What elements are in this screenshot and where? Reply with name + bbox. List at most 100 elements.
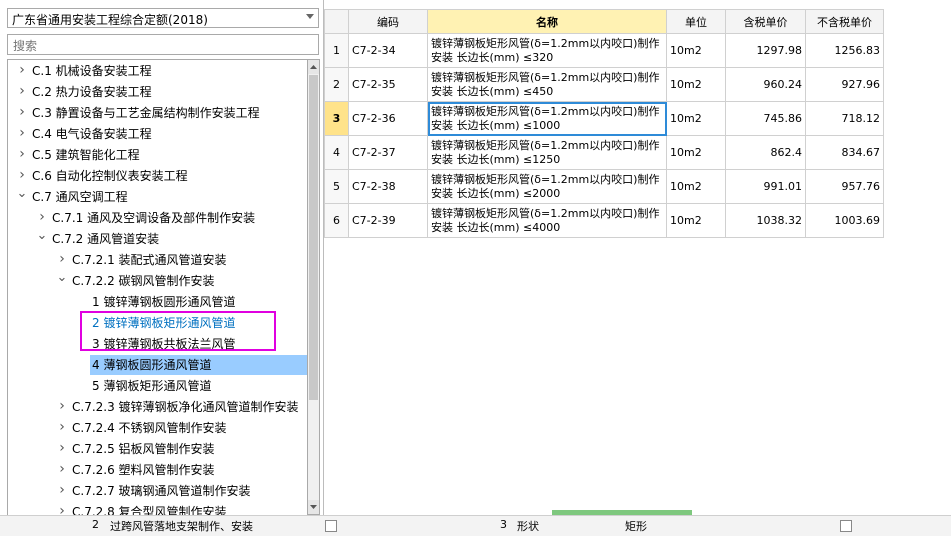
price-without-tax-cell[interactable]: 1003.69 bbox=[805, 203, 884, 238]
tree-leaf-item[interactable]: 4 薄钢板圆形通风管道 bbox=[90, 355, 308, 375]
row-number[interactable]: 5 bbox=[324, 169, 349, 204]
code-cell[interactable]: C7-2-39 bbox=[348, 203, 428, 238]
tree-node[interactable]: › C.5 建筑智能化工程 bbox=[8, 145, 308, 165]
price-with-tax-cell[interactable]: 745.86 bbox=[725, 101, 806, 136]
column-header[interactable]: 含税单价 bbox=[725, 9, 806, 34]
chevron-right-icon[interactable]: › bbox=[56, 439, 68, 459]
price-with-tax-cell[interactable]: 1038.32 bbox=[725, 203, 806, 238]
code-cell[interactable]: C7-2-35 bbox=[348, 67, 428, 102]
column-header[interactable] bbox=[324, 9, 349, 34]
chevron-right-icon[interactable]: › bbox=[56, 481, 68, 501]
price-without-tax-cell[interactable]: 957.76 bbox=[805, 169, 884, 204]
tree-node-label: C.5 建筑智能化工程 bbox=[32, 148, 140, 162]
scroll-up-button[interactable] bbox=[308, 60, 319, 74]
chevron-right-icon[interactable]: › bbox=[16, 61, 28, 81]
row-number[interactable]: 4 bbox=[324, 135, 349, 170]
chevron-right-icon[interactable]: › bbox=[56, 250, 68, 270]
column-header[interactable]: 不含税单价 bbox=[805, 9, 884, 34]
code-cell[interactable]: C7-2-37 bbox=[348, 135, 428, 170]
row-number[interactable]: 3 bbox=[324, 101, 349, 136]
search-box[interactable] bbox=[7, 34, 319, 55]
price-without-tax-cell[interactable]: 718.12 bbox=[805, 101, 884, 136]
tree-leaf-item[interactable]: 3 镀锌薄钢板共板法兰风管 bbox=[8, 334, 308, 354]
row-number[interactable]: 1 bbox=[324, 33, 349, 68]
chevron-down-icon[interactable]: ⌄ bbox=[36, 229, 48, 249]
chevron-right-icon[interactable]: › bbox=[16, 103, 28, 123]
row-number[interactable]: 2 bbox=[324, 67, 349, 102]
item-name-cell[interactable]: 镀锌薄钢板矩形风管(δ=1.2mm以内咬口)制作安装 长边长(mm) ≤1000 bbox=[427, 101, 667, 136]
code-cell[interactable]: C7-2-36 bbox=[348, 101, 428, 136]
bottom-left-item[interactable]: 过跨风管落地支架制作、安装 bbox=[110, 518, 253, 534]
table-row[interactable]: 6 C7-2-39 镀锌薄钢板矩形风管(δ=1.2mm以内咬口)制作安装 长边长(m… bbox=[324, 203, 884, 238]
chevron-down-icon[interactable]: ⌄ bbox=[56, 271, 68, 291]
table-row[interactable]: 2 C7-2-35 镀锌薄钢板矩形风管(δ=1.2mm以内咬口)制作安装 长边长(m… bbox=[324, 67, 884, 102]
item-name-cell[interactable]: 镀锌薄钢板矩形风管(δ=1.2mm以内咬口)制作安装 长边长(mm) ≤1250 bbox=[427, 135, 667, 170]
chevron-down-icon[interactable]: ⌄ bbox=[16, 187, 28, 207]
column-header[interactable]: 编码 bbox=[348, 9, 428, 34]
price-without-tax-cell[interactable]: 834.67 bbox=[805, 135, 884, 170]
quota-library-select[interactable]: 广东省通用安装工程综合定额(2018) bbox=[7, 8, 319, 28]
tree-node[interactable]: › C.3 静置设备与工艺金属结构制作安装工程 bbox=[8, 103, 308, 123]
unit-cell[interactable]: 10m2 bbox=[666, 33, 726, 68]
price-without-tax-cell[interactable]: 1256.83 bbox=[805, 33, 884, 68]
item-name-cell[interactable]: 镀锌薄钢板矩形风管(δ=1.2mm以内咬口)制作安装 长边长(mm) ≤2000 bbox=[427, 169, 667, 204]
unit-cell[interactable]: 10m2 bbox=[666, 203, 726, 238]
table-row[interactable]: 4 C7-2-37 镀锌薄钢板矩形风管(δ=1.2mm以内咬口)制作安装 长边长(m… bbox=[324, 135, 884, 170]
checkbox[interactable] bbox=[840, 520, 852, 532]
chevron-right-icon[interactable]: › bbox=[16, 82, 28, 102]
tree-node[interactable]: ⌄ C.7.2 通风管道安装 bbox=[8, 229, 308, 249]
tree-node[interactable]: › C.7.2.7 玻璃钢通风管道制作安装 bbox=[8, 481, 308, 501]
table-row[interactable]: 1 C7-2-34 镀锌薄钢板矩形风管(δ=1.2mm以内咬口)制作安装 长边长(m… bbox=[324, 33, 884, 68]
tree-node[interactable]: › C.1 机械设备安装工程 bbox=[8, 61, 308, 81]
price-with-tax-cell[interactable]: 991.01 bbox=[725, 169, 806, 204]
checkbox[interactable] bbox=[325, 520, 337, 532]
arrow-up-icon bbox=[310, 65, 317, 69]
code-cell[interactable]: C7-2-34 bbox=[348, 33, 428, 68]
tree-leaf-item[interactable]: 5 薄钢板矩形通风管道 bbox=[8, 376, 308, 396]
unit-cell[interactable]: 10m2 bbox=[666, 169, 726, 204]
tree-node[interactable]: › C.7.2.5 铝板风管制作安装 bbox=[8, 439, 308, 459]
chevron-right-icon[interactable]: › bbox=[56, 397, 68, 417]
item-name-cell[interactable]: 镀锌薄钢板矩形风管(δ=1.2mm以内咬口)制作安装 长边长(mm) ≤4000 bbox=[427, 203, 667, 238]
tree-node[interactable]: › C.2 热力设备安装工程 bbox=[8, 82, 308, 102]
chevron-right-icon[interactable]: › bbox=[16, 124, 28, 144]
chevron-right-icon[interactable]: › bbox=[16, 145, 28, 165]
tree-node[interactable]: ⌄ C.7.2.2 碳钢风管制作安装 bbox=[8, 271, 308, 291]
tree-leaf-item[interactable]: 1 镀锌薄钢板圆形通风管道 bbox=[8, 292, 308, 312]
tree-node[interactable]: › C.7.2.1 装配式通风管道安装 bbox=[8, 250, 308, 270]
tree-node[interactable]: › C.4 电气设备安装工程 bbox=[8, 124, 308, 144]
unit-cell[interactable]: 10m2 bbox=[666, 101, 726, 136]
tree-node-label: C.7.2 通风管道安装 bbox=[52, 232, 160, 246]
chevron-right-icon[interactable]: › bbox=[56, 418, 68, 438]
chevron-right-icon[interactable]: › bbox=[36, 208, 48, 228]
tree-node-label: C.7 通风空调工程 bbox=[32, 190, 128, 204]
item-name-cell[interactable]: 镀锌薄钢板矩形风管(δ=1.2mm以内咬口)制作安装 长边长(mm) ≤320 bbox=[427, 33, 667, 68]
row-number[interactable]: 6 bbox=[324, 203, 349, 238]
chevron-right-icon[interactable]: › bbox=[56, 460, 68, 480]
search-input[interactable] bbox=[11, 36, 315, 55]
tree-node[interactable]: › C.6 自动化控制仪表安装工程 bbox=[8, 166, 308, 186]
code-cell[interactable]: C7-2-38 bbox=[348, 169, 428, 204]
tree-node[interactable]: › C.7.1 通风及空调设备及部件制作安装 bbox=[8, 208, 308, 228]
table-row[interactable]: 3 C7-2-36 镀锌薄钢板矩形风管(δ=1.2mm以内咬口)制作安装 长边长(m… bbox=[324, 101, 884, 136]
tree-node[interactable]: › C.7.2.6 塑料风管制作安装 bbox=[8, 460, 308, 480]
tree-node[interactable]: › C.7.2.3 镀锌薄钢板净化通风管道制作安装 bbox=[8, 397, 308, 417]
column-header[interactable]: 名称 bbox=[427, 9, 667, 34]
scroll-down-button[interactable] bbox=[308, 500, 319, 514]
column-header[interactable]: 单位 bbox=[666, 9, 726, 34]
price-with-tax-cell[interactable]: 862.4 bbox=[725, 135, 806, 170]
tree-node[interactable]: ⌄ C.7 通风空调工程 bbox=[8, 187, 308, 207]
price-without-tax-cell[interactable]: 927.96 bbox=[805, 67, 884, 102]
unit-cell[interactable]: 10m2 bbox=[666, 67, 726, 102]
price-with-tax-cell[interactable]: 1297.98 bbox=[725, 33, 806, 68]
tree-scrollbar[interactable] bbox=[307, 59, 320, 515]
chevron-right-icon[interactable]: › bbox=[16, 166, 28, 186]
tree-node[interactable]: › C.7.2.4 不锈钢风管制作安装 bbox=[8, 418, 308, 438]
scroll-thumb[interactable] bbox=[309, 75, 318, 400]
unit-cell[interactable]: 10m2 bbox=[666, 135, 726, 170]
item-name-cell[interactable]: 镀锌薄钢板矩形风管(δ=1.2mm以内咬口)制作安装 长边长(mm) ≤450 bbox=[427, 67, 667, 102]
feature-value[interactable]: 矩形 bbox=[625, 518, 647, 534]
price-with-tax-cell[interactable]: 960.24 bbox=[725, 67, 806, 102]
chevron-down-icon[interactable] bbox=[306, 14, 314, 19]
table-row[interactable]: 5 C7-2-38 镀锌薄钢板矩形风管(δ=1.2mm以内咬口)制作安装 长边长(m… bbox=[324, 169, 884, 204]
